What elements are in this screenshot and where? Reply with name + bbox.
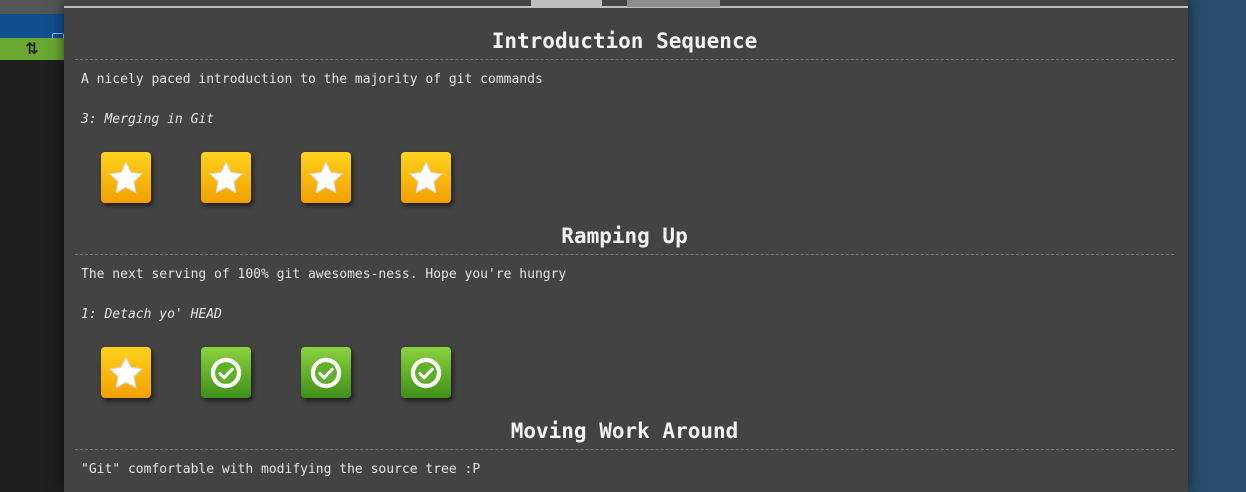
- sync-icon[interactable]: ⇅: [25, 41, 38, 57]
- level-2-button[interactable]: [201, 152, 251, 203]
- current-level-label: 3: Merging in Git: [81, 112, 215, 127]
- sequence-description: The next serving of 100% git awesomes-ne…: [81, 267, 567, 282]
- level-1-button[interactable]: [101, 347, 151, 398]
- sequence-description: A nicely paced introduction to the major…: [81, 72, 543, 87]
- screen: ⇅ Introduction Sequence A nicely paced i…: [0, 0, 1246, 492]
- star-icon: [107, 159, 145, 197]
- sequence-intro: Introduction Sequence A nicely paced int…: [75, 27, 1174, 203]
- background-right: [1186, 0, 1246, 492]
- star-icon: [307, 159, 345, 197]
- star-icon: [207, 159, 245, 197]
- editor-side-strip: ⇅: [0, 0, 64, 492]
- star-icon: [107, 354, 145, 392]
- checkmark-icon: [307, 354, 345, 392]
- checkmark-icon: [207, 354, 245, 392]
- level-3-button[interactable]: [301, 347, 351, 398]
- level-4-button[interactable]: [401, 152, 451, 203]
- level-select-panel: Introduction Sequence A nicely paced int…: [64, 0, 1188, 492]
- level-1-button[interactable]: [101, 152, 151, 203]
- level-icons: [101, 152, 1174, 203]
- current-level-label: 1: Detach yo' HEAD: [81, 307, 222, 322]
- sequence-title: Ramping Up: [75, 222, 1174, 255]
- sequence-description: "Git" comfortable with modifying the sou…: [81, 462, 481, 477]
- sequence-moving-work: Moving Work Around "Git" comfortable wit…: [75, 417, 1174, 478]
- tab-stub-active[interactable]: [531, 0, 602, 7]
- sequence-title: Introduction Sequence: [75, 27, 1174, 60]
- sync-row[interactable]: ⇅: [0, 38, 64, 60]
- level-3-button[interactable]: [301, 152, 351, 203]
- tab-stub-inactive[interactable]: [627, 0, 720, 7]
- panel-top-border: [64, 6, 1188, 8]
- sequence-ramping-up: Ramping Up The next serving of 100% git …: [75, 222, 1174, 398]
- sequence-title: Moving Work Around: [75, 417, 1174, 450]
- editor-top-bar: [0, 0, 64, 14]
- star-icon: [407, 159, 445, 197]
- level-icons: [101, 347, 1174, 398]
- checkmark-icon: [407, 354, 445, 392]
- level-2-button[interactable]: [201, 347, 251, 398]
- editor-selected-row[interactable]: [0, 14, 64, 47]
- level-4-button[interactable]: [401, 347, 451, 398]
